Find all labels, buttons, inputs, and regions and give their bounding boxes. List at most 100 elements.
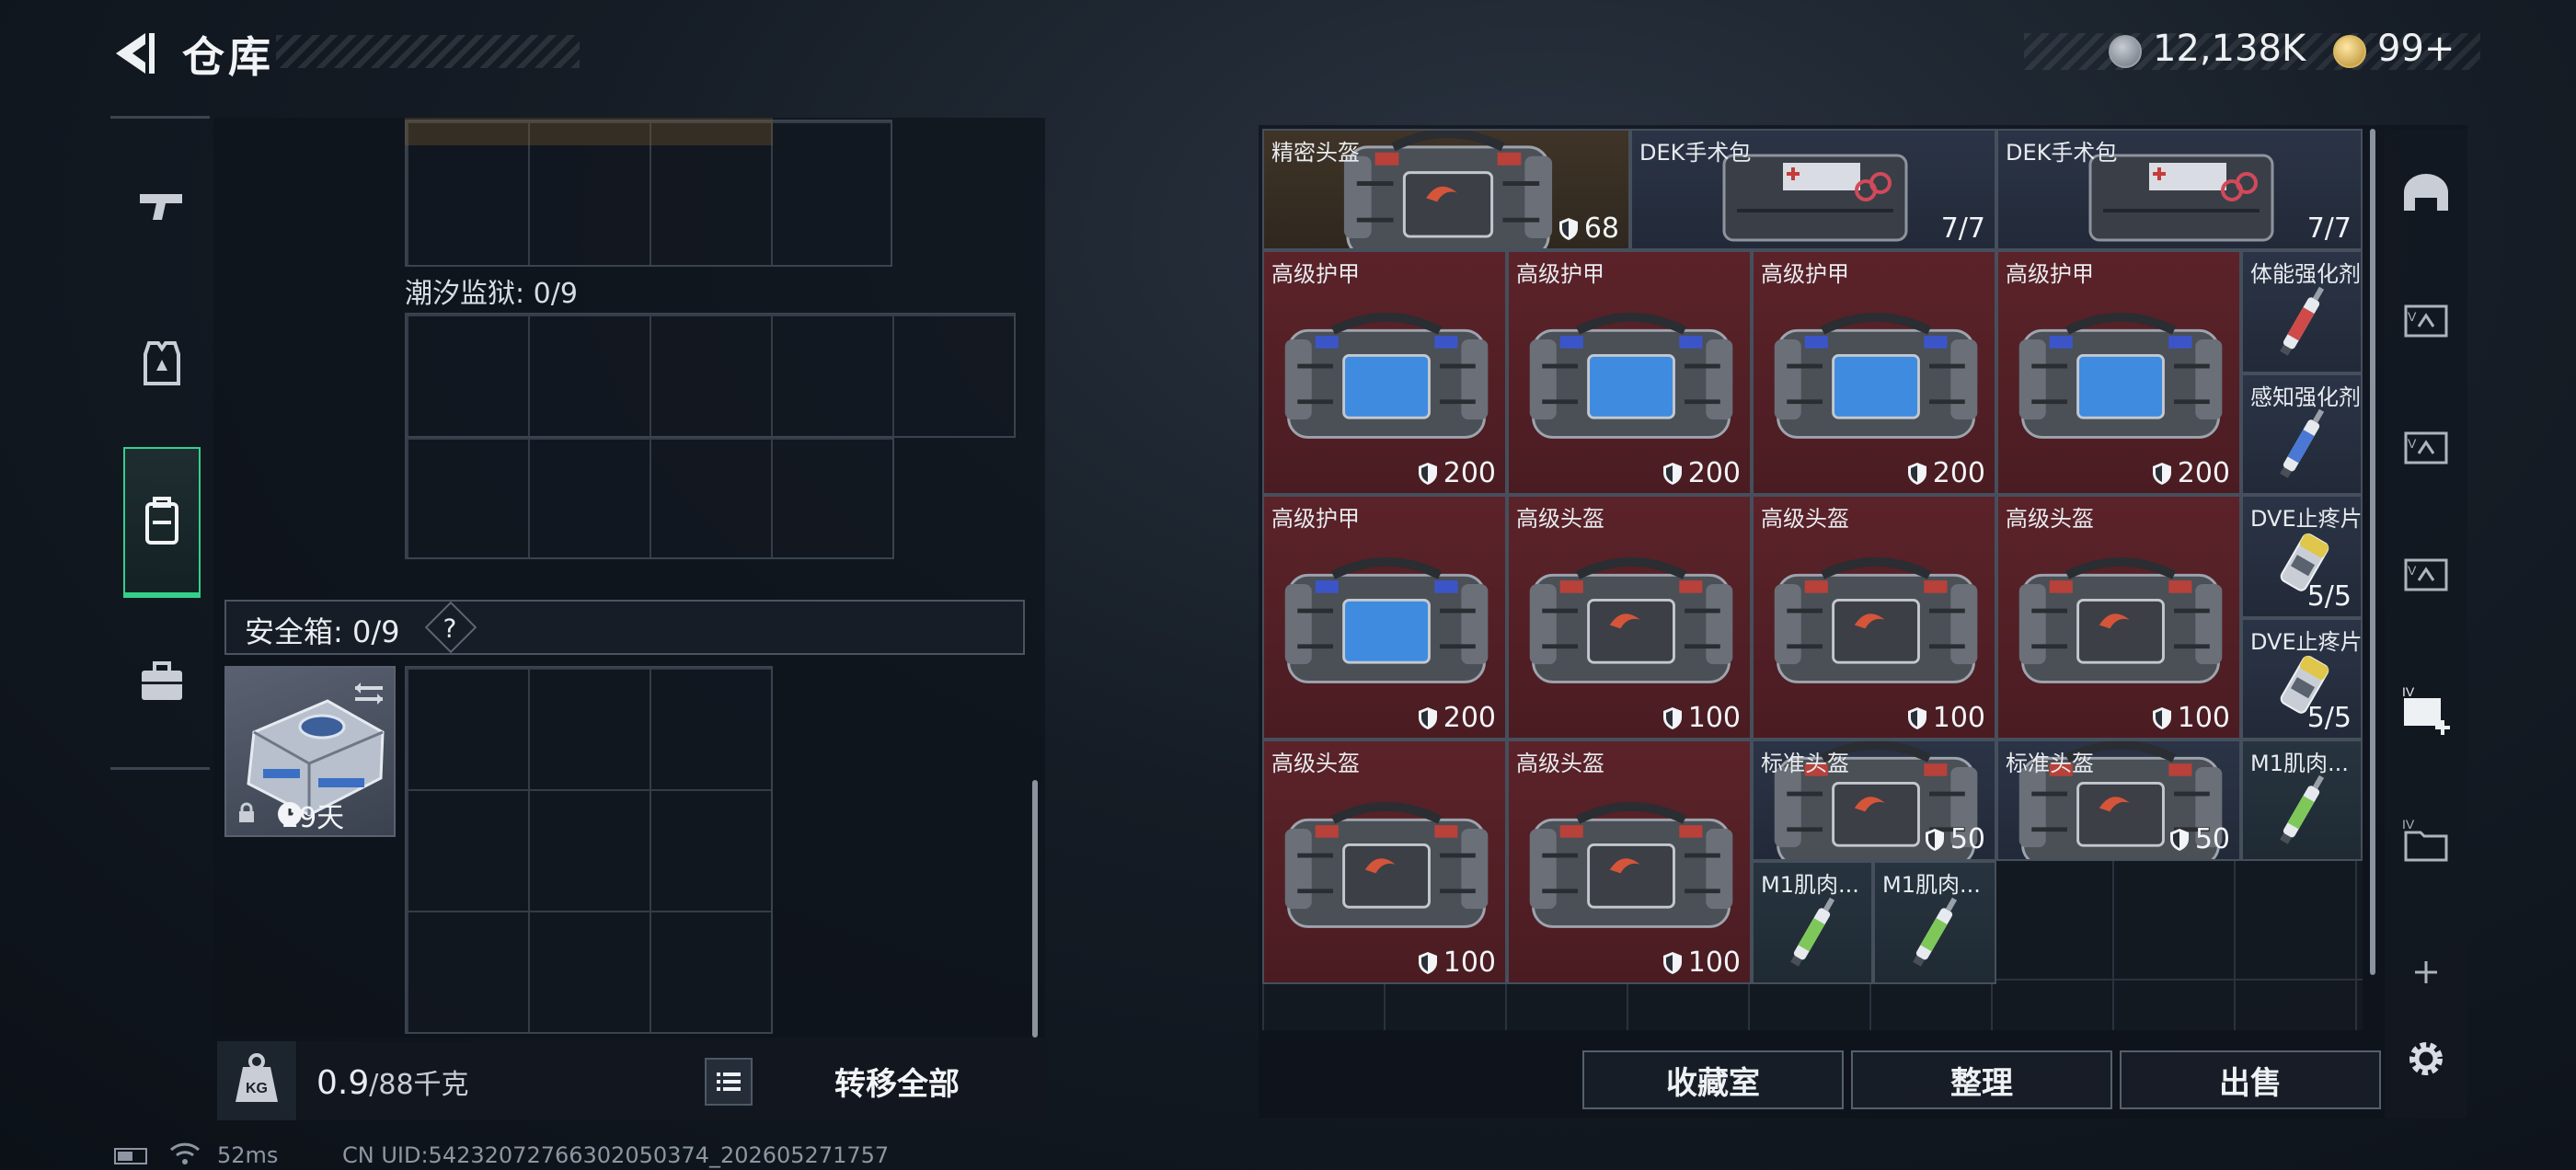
folder-case-icon: IV [2402, 817, 2448, 862]
safe-box-timer: 29天 [282, 802, 345, 834]
stash-item[interactable]: 高级护甲 200 [1996, 250, 2241, 495]
bag-red-art [1529, 557, 1733, 684]
briefcase-icon [142, 661, 182, 700]
stash-item[interactable]: 高级护甲 200 [1262, 250, 1507, 495]
item-name: M1肌肉... [1882, 872, 1981, 898]
stash-item[interactable]: 精密头盔 68 [1262, 129, 1630, 250]
item-value: 5/5 [2307, 580, 2352, 613]
stash-item[interactable]: 标准头盔 50 [1996, 740, 2241, 861]
stash-item[interactable]: 高级护甲 200 [1262, 495, 1507, 740]
weight-icon: KG [236, 1053, 278, 1102]
nav-armor[interactable] [123, 313, 201, 414]
stash-item[interactable]: DVE止疼片 5/5 [2241, 618, 2363, 740]
item-value: 100 [1418, 946, 1496, 979]
rail-folder-case[interactable]: IV [2392, 808, 2460, 876]
stash-scrollbar[interactable] [2370, 129, 2375, 975]
syringe-green-art [1790, 897, 1835, 967]
shield-icon [2152, 706, 2171, 729]
item-name: 高级头盔 [1271, 751, 1360, 776]
rail-stash-main[interactable] [2392, 160, 2460, 228]
pistol-icon [140, 194, 182, 220]
collection-room-button[interactable]: 收藏室 [1582, 1050, 1844, 1109]
list-view-button[interactable] [705, 1058, 753, 1106]
item-name: 标准头盔 [1761, 751, 1849, 776]
item-name: 高级护甲 [1761, 261, 1849, 287]
stash-item[interactable]: 标准头盔 50 [1752, 740, 1996, 861]
weight-icon-box: KG [217, 1041, 296, 1120]
prison-container-label: 潮汐监狱: 0/9 [405, 278, 578, 310]
loadout-scrollbar[interactable] [1032, 780, 1038, 1038]
bond-value[interactable]: 99+ [2377, 28, 2455, 70]
item-value-text: 68 [1583, 212, 1619, 245]
stash-item[interactable]: 高级护甲 200 [1752, 250, 1996, 495]
safe-box-grid[interactable] [405, 666, 773, 1034]
back-button[interactable] [109, 28, 160, 79]
stash-item[interactable]: DVE止疼片 5/5 [2241, 495, 2363, 618]
stash-item[interactable]: DEK手术包 7/7 [1630, 129, 1996, 250]
stash-item[interactable]: 高级头盔 100 [1996, 495, 2241, 740]
item-value: 100 [2152, 702, 2230, 734]
nav-divider [110, 116, 210, 119]
item-value-text: 7/7 [1940, 212, 1985, 245]
item-value: 200 [2152, 457, 2230, 489]
item-name: 高级护甲 [1271, 506, 1360, 532]
stash-item[interactable]: 感知强化剂 [2241, 373, 2363, 495]
item-name: 体能强化剂 [2250, 261, 2361, 287]
item-value: 100 [1907, 702, 1985, 734]
nav-case[interactable] [123, 631, 201, 732]
rail-add-button[interactable] [2392, 938, 2460, 1006]
rail-case-1[interactable]: V [2392, 287, 2460, 355]
wifi-icon [169, 1142, 201, 1164]
shield-icon [1662, 706, 1682, 729]
stash-item[interactable]: 高级头盔 100 [1262, 740, 1507, 984]
stash-item[interactable]: DEK手术包 7/7 [1996, 129, 2363, 250]
nav-backpack[interactable] [123, 447, 201, 598]
case-slot-icon: V [2404, 431, 2448, 465]
bag-blue-art [2018, 313, 2223, 440]
transfer-all-button[interactable]: 转移全部 [764, 1049, 1030, 1113]
case-slot-icon: V [2404, 304, 2448, 338]
prison-grid-lower[interactable] [405, 436, 894, 559]
stash-item[interactable]: 高级护甲 200 [1507, 250, 1752, 495]
bag-blue-art [1284, 313, 1489, 440]
syringe-green-art [2280, 774, 2325, 844]
stash-item[interactable]: 高级头盔 100 [1507, 495, 1752, 740]
syringe-green-art [1913, 897, 1958, 967]
item-value: 7/7 [2307, 212, 2352, 245]
item-value: 50 [1925, 823, 1985, 855]
user-uid: CN UID:54232072766302050374_202605271757 [342, 1142, 890, 1168]
nav-weapons[interactable] [123, 155, 201, 256]
stash-item[interactable]: M1肌肉... [2241, 740, 2363, 861]
stash-item[interactable]: 体能强化剂 [2241, 250, 2363, 373]
shield-icon [1558, 217, 1578, 240]
item-name: 高级头盔 [1516, 751, 1604, 776]
item-name: DVE止疼片 [2250, 629, 2363, 655]
rail-case-3[interactable]: V [2392, 541, 2460, 609]
back-arrow-icon [116, 33, 155, 74]
syringe-blue-art [2280, 408, 2325, 478]
item-value-text: 100 [1443, 946, 1496, 979]
stash-item[interactable]: 高级头盔 100 [1507, 740, 1752, 984]
stash-item[interactable]: 高级头盔 100 [1752, 495, 1996, 740]
dome-icon [2404, 174, 2448, 211]
settings-button[interactable] [2392, 1025, 2460, 1093]
rail-case-2[interactable]: V [2392, 414, 2460, 482]
item-value: 200 [1418, 702, 1496, 734]
stash-item[interactable]: M1肌肉... [1873, 861, 1996, 984]
item-name: 高级头盔 [1516, 506, 1604, 532]
svg-text:IV: IV [2402, 684, 2415, 699]
shield-icon [1907, 706, 1926, 729]
bag-red-art [1774, 557, 1978, 684]
list-icon [717, 1072, 741, 1091]
money-value: 12,138K [2153, 28, 2306, 70]
item-value-text: 200 [2177, 457, 2230, 489]
stash-item[interactable]: M1肌肉... [1752, 861, 1873, 984]
sell-button[interactable]: 出售 [2120, 1050, 2381, 1109]
vest-icon [144, 341, 180, 385]
rail-medkit-case[interactable]: IV [2392, 677, 2460, 745]
plus-icon [2415, 961, 2437, 983]
item-name: 高级护甲 [2006, 261, 2094, 287]
prison-grid[interactable] [405, 313, 1016, 438]
sort-button[interactable]: 整理 [1851, 1050, 2112, 1109]
item-name: M1肌肉... [2250, 751, 2349, 776]
